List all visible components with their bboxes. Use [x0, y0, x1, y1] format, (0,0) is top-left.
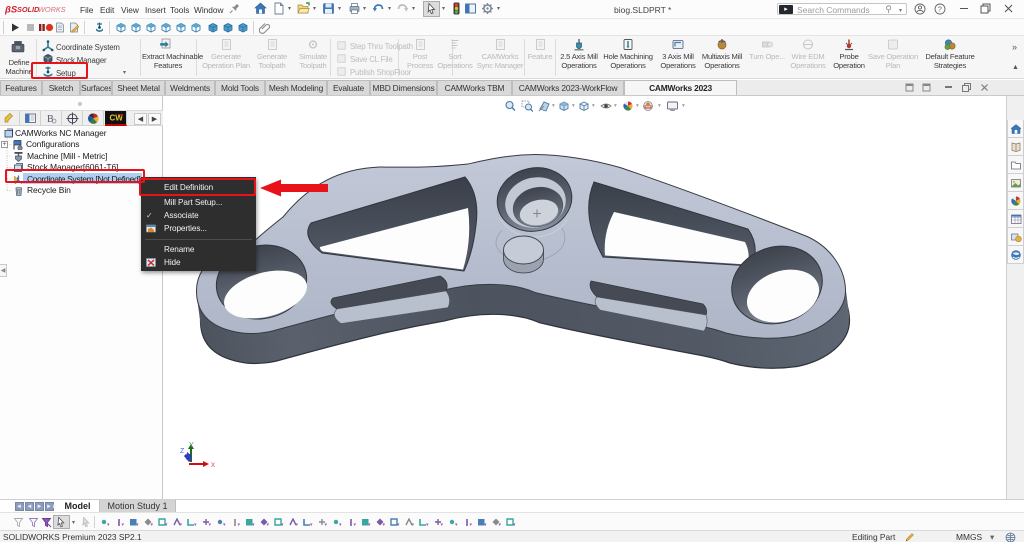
- svg-text:βS: βS: [5, 5, 18, 16]
- svg-text:Z: Z: [180, 448, 185, 455]
- svg-text:?: ?: [938, 5, 942, 14]
- svg-text:SOLID: SOLID: [17, 5, 40, 14]
- svg-text:Y: Y: [189, 442, 194, 449]
- svg-text:x: x: [211, 460, 215, 469]
- svg-text:WORKS: WORKS: [38, 5, 66, 14]
